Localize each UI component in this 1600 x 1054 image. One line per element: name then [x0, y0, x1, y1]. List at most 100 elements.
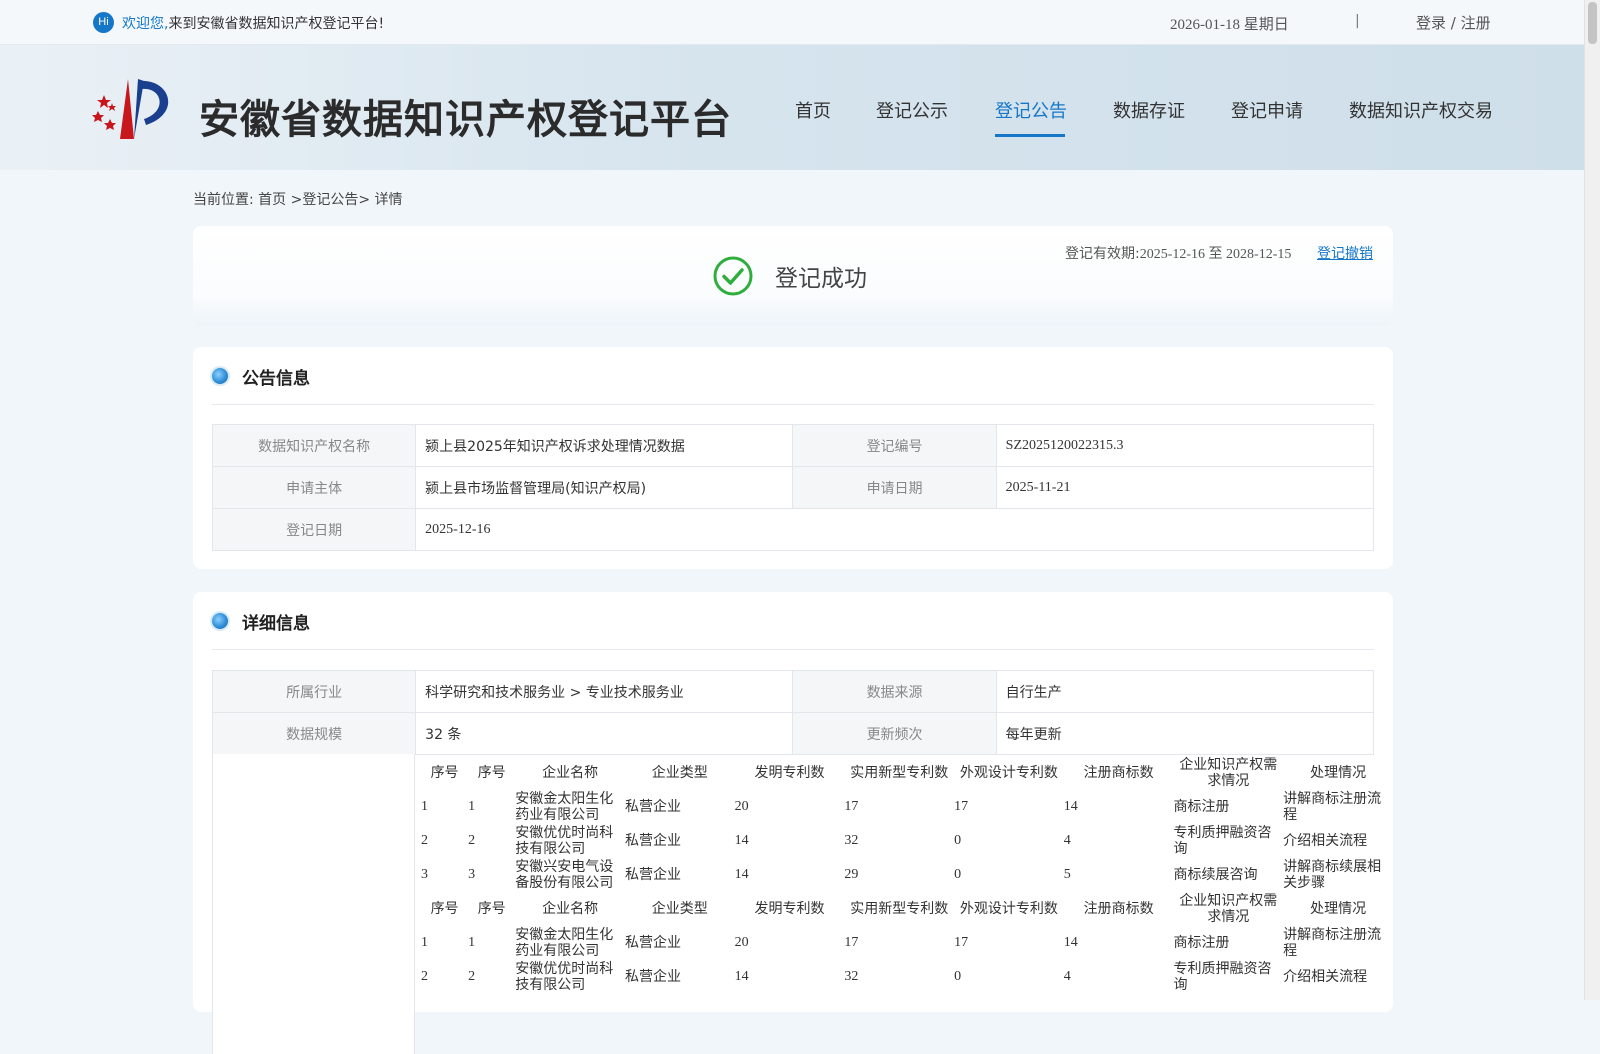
validity-period: 登记有效期:2025-12-16 至 2028-12-15: [1065, 243, 1291, 263]
auth-slash: /: [1450, 14, 1456, 32]
breadcrumb-section[interactable]: 登记公告: [302, 192, 358, 208]
hi-badge-icon: Hi: [93, 12, 114, 33]
breadcrumb: 当前位置: 首页 >登记公告> 详情: [193, 189, 403, 209]
section-header: 公告信息: [212, 364, 1374, 405]
data-sample-table: 序号 序号 企业名称 企业类型 发明专利数 实用新型专利数 外观设计专利数 注册商标数 企业知识…: [421, 756, 1393, 892]
col-ip-needs-cell: 商标注册: [1173, 799, 1230, 815]
site-header: 安徽省数据知识产权登记平台 首页 登记公示 登记公告 数据存证 登记申请 数据知…: [0, 45, 1584, 170]
section-title: 详细信息: [242, 614, 310, 634]
success-check-icon: [713, 256, 753, 296]
revoke-registration-link[interactable]: 登记撤销: [1317, 243, 1373, 263]
login-link[interactable]: 登录: [1416, 14, 1446, 32]
col-invention-patents-cell: 20: [734, 935, 749, 950]
table-header-row: 序号 序号 企业名称 企业类型 发明专利数 实用新型专利数 外观设计专利数 注册商标数 企业知识…: [421, 892, 1393, 926]
col-design-patents-cell: 17: [954, 935, 969, 950]
col-company-type-cell: 私营企业: [624, 867, 681, 883]
col-company-name-header: 企业名称: [542, 901, 599, 917]
col-ip-needs-header: 企业知识产权需求情况: [1179, 757, 1278, 789]
table-row: 所属行业 科学研究和技术服务业 > 专业技术服务业 数据来源 自行生产: [211, 670, 1375, 713]
col-index-header: 序号: [430, 765, 459, 781]
section-title: 公告信息: [242, 369, 310, 389]
col-handling-header: 处理情况: [1310, 765, 1367, 781]
section-bullet-icon: [212, 613, 228, 629]
register-link[interactable]: 注册: [1461, 14, 1491, 32]
col-utility-patents-header: 实用新型专利数: [850, 765, 949, 781]
col-index-2-cell: 2: [468, 833, 476, 848]
welcome-rest: 来到安徽省数据知识产权登记平台!: [168, 16, 385, 32]
col-ip-needs-cell: 专利质押融资咨询: [1173, 825, 1272, 857]
col-design-patents-header: 外观设计专利数: [959, 901, 1058, 917]
col-design-patents-cell: 0: [954, 867, 962, 882]
col-company-name-cell: 安徽优优时尚科技有限公司: [515, 961, 614, 993]
col-design-patents-cell: 0: [954, 969, 962, 984]
col-ip-needs-cell: 专利质押融资咨询: [1173, 961, 1272, 993]
col-company-type-cell: 私营企业: [624, 935, 681, 951]
col-company-type-cell: 私营企业: [624, 833, 681, 849]
col-handling-cell: 讲解商标续展相关步骤: [1283, 859, 1382, 891]
col-trademarks-header: 注册商标数: [1083, 901, 1154, 917]
col-company-name-cell: 安徽兴安电气设备股份有限公司: [515, 859, 614, 891]
col-index-cell: 1: [421, 935, 428, 950]
col-index-cell: 1: [421, 799, 428, 814]
col-utility-patents-cell: 32: [844, 833, 859, 848]
welcome-text: 欢迎您,来到安徽省数据知识产权登记平台!: [122, 13, 384, 33]
col-trademarks-cell: 4: [1063, 969, 1071, 984]
col-index-cell: 3: [421, 867, 428, 882]
field-label: 登记编号: [792, 424, 997, 467]
col-invention-patents-cell: 14: [734, 867, 749, 882]
page-scrollbar[interactable]: [1584, 0, 1600, 1000]
col-utility-patents-header: 实用新型专利数: [850, 901, 949, 917]
breadcrumb-separator: >: [358, 192, 371, 208]
nav-data-evidence[interactable]: 数据存证: [1113, 97, 1185, 123]
col-design-patents-header: 外观设计专利数: [959, 765, 1058, 781]
col-company-name-cell: 安徽金太阳生化药业有限公司: [515, 927, 614, 959]
breadcrumb-home[interactable]: 首页: [258, 192, 286, 208]
col-handling-cell: 介绍相关流程: [1283, 969, 1368, 985]
validity-value: 2025-12-16 至 2028-12-15: [1139, 247, 1292, 262]
nav-registration-apply[interactable]: 登记申请: [1231, 97, 1303, 123]
col-index-2-cell: 2: [468, 969, 476, 984]
col-handling-cell: 介绍相关流程: [1283, 833, 1368, 849]
col-company-type-cell: 私营企业: [624, 799, 681, 815]
table-row: 2 2 安徽优优时尚科技有限公司 私营企业 14 32 0 4 专利质押融资咨询 介绍相关流程: [421, 824, 1393, 858]
details-section: 详细信息 所属行业 科学研究和技术服务业 > 专业技术服务业 数据来源 自行生产…: [193, 592, 1393, 1054]
field-value: 32 条: [415, 712, 794, 755]
col-company-type-header: 企业类型: [651, 901, 708, 917]
col-company-type-header: 企业类型: [651, 765, 708, 781]
col-index-2-header: 序号: [477, 901, 506, 917]
field-label: 数据规模: [211, 712, 417, 755]
field-label: 所属行业: [211, 670, 417, 713]
data-sample-label-cell: [212, 754, 415, 1054]
data-sample-container: 序号 序号 企业名称 企业类型 发明专利数 实用新型专利数 外观设计专利数 注册商标数 企业知识…: [421, 756, 1393, 994]
scrollbar-thumb[interactable]: [1588, 2, 1597, 44]
table-row: 登记日期 2025-12-16: [211, 508, 1374, 551]
status-card: 登记成功 登记有效期:2025-12-16 至 2028-12-15 登记撤销: [193, 226, 1393, 326]
field-label: 数据知识产权名称: [211, 424, 417, 467]
col-utility-patents-cell: 32: [844, 969, 859, 984]
col-company-name-cell: 安徽优优时尚科技有限公司: [515, 825, 614, 857]
field-label: 申请日期: [792, 466, 997, 509]
announcement-table: 数据知识产权名称 颍上县2025年知识产权诉求处理情况数据 登记编号 SZ202…: [211, 424, 1375, 551]
col-ip-needs-cell: 商标注册: [1173, 935, 1230, 951]
col-invention-patents-cell: 20: [734, 799, 749, 814]
field-label: 申请主体: [211, 466, 417, 509]
nav-ip-trading[interactable]: 数据知识产权交易: [1349, 97, 1493, 123]
col-utility-patents-cell: 17: [844, 935, 859, 950]
field-value: SZ2025120022315.3: [995, 424, 1375, 467]
site-logo-icon[interactable]: [90, 73, 180, 143]
col-index-2-cell: 1: [468, 799, 476, 814]
col-handling-header: 处理情况: [1310, 901, 1367, 917]
col-trademarks-cell: 5: [1063, 867, 1071, 882]
nav-registration-publicity[interactable]: 登记公示: [876, 97, 948, 123]
breadcrumb-prefix: 当前位置:: [193, 192, 254, 208]
data-sample-table: 序号 序号 企业名称 企业类型 发明专利数 实用新型专利数 外观设计专利数 注册商标数 企业知识…: [421, 892, 1393, 994]
col-index-header: 序号: [430, 901, 459, 917]
col-company-type-cell: 私营企业: [624, 969, 681, 985]
field-value: 2025-11-21: [995, 466, 1375, 509]
nav-home[interactable]: 首页: [795, 97, 831, 123]
col-invention-patents-cell: 14: [734, 833, 749, 848]
field-label: 更新频次: [792, 712, 997, 755]
col-company-name-header: 企业名称: [542, 765, 599, 781]
field-value: 颍上县2025年知识产权诉求处理情况数据: [415, 424, 794, 467]
nav-registration-announcement[interactable]: 登记公告: [995, 97, 1067, 123]
